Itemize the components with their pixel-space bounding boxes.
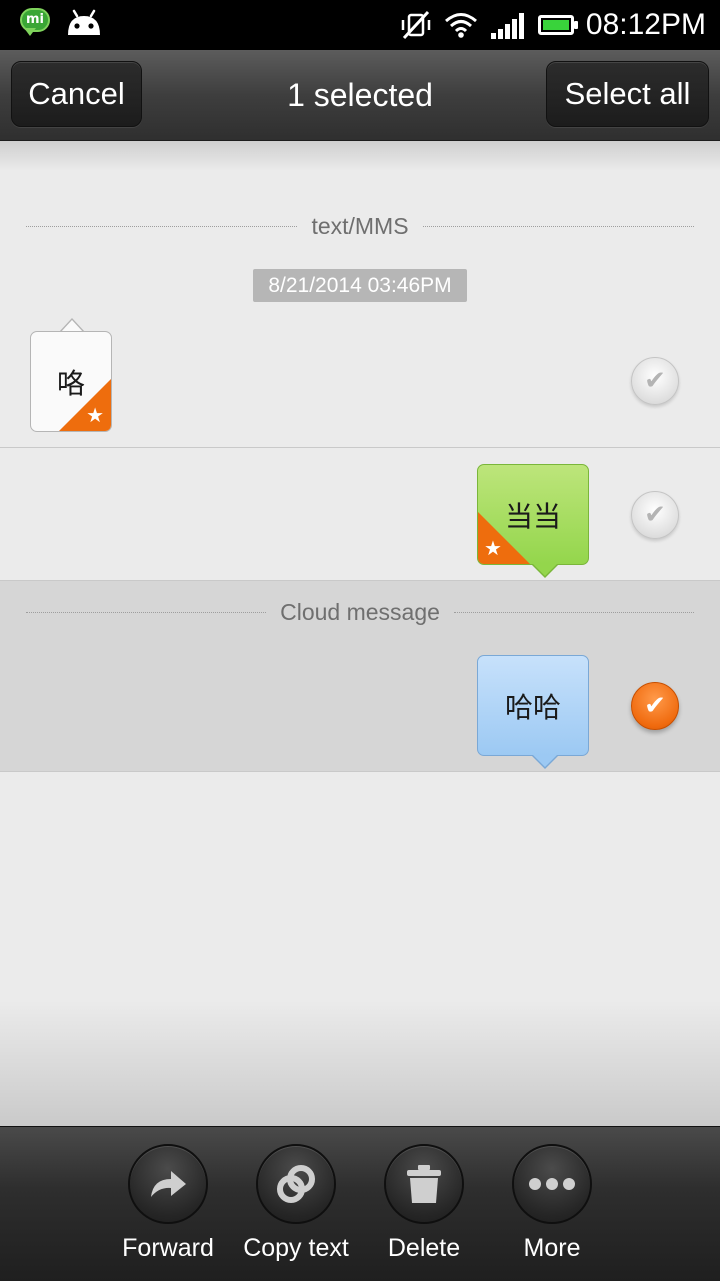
section-divider-cloud: Cloud message: [26, 597, 694, 627]
star-icon: ★: [484, 536, 502, 560]
mi-talk-icon: mi: [20, 8, 52, 38]
battery-icon: [537, 15, 578, 35]
cancel-button[interactable]: Cancel: [11, 61, 142, 127]
select-all-button[interactable]: Select all: [546, 61, 709, 127]
status-bar: mi 08:12PM: [0, 0, 720, 50]
row-separator: [0, 580, 720, 581]
copy-text-button[interactable]: Copy text: [232, 1144, 360, 1263]
more-dots-icon: [512, 1144, 592, 1224]
toolbar-label: More: [523, 1234, 581, 1262]
section-label: Cloud message: [280, 598, 440, 625]
toolbar-label: Forward: [122, 1234, 214, 1262]
toolbar-label: Copy text: [243, 1234, 349, 1262]
forward-button[interactable]: Forward: [104, 1144, 232, 1263]
more-button[interactable]: More: [488, 1144, 616, 1263]
status-time: 08:12PM: [585, 8, 706, 41]
select-checkbox-3[interactable]: ✔: [631, 682, 679, 730]
wifi-icon: [444, 13, 477, 38]
section-divider-mms: text/MMS: [26, 211, 694, 241]
select-checkbox-2[interactable]: ✔: [631, 491, 679, 539]
toolbar-fade: [0, 1000, 720, 1126]
section-label: text/MMS: [311, 212, 409, 239]
trash-icon: [384, 1144, 464, 1224]
vibrate-off-icon: [401, 10, 431, 40]
star-badge: ★: [478, 510, 532, 564]
header-shadow: [0, 141, 720, 171]
signal-icon: [490, 13, 524, 39]
row-separator: [0, 447, 720, 448]
bubble-tail: [532, 563, 558, 576]
star-icon: ★: [86, 403, 104, 427]
forward-arrow-icon: [128, 1144, 208, 1224]
star-badge: ★: [57, 377, 111, 431]
toolbar-label: Delete: [387, 1234, 461, 1262]
select-checkbox-1[interactable]: ✔: [631, 357, 679, 405]
android-icon: [68, 9, 100, 35]
message-text: 哈哈: [504, 690, 561, 724]
delete-button[interactable]: Delete: [360, 1144, 488, 1263]
message-bubble-incoming[interactable]: 咯 ★: [30, 331, 112, 432]
bubble-tail: [532, 754, 558, 767]
date-stamp: 8/21/2014 03:46PM: [253, 269, 467, 302]
message-bubble-cloud[interactable]: 哈哈: [477, 655, 589, 756]
copy-rings-icon: [256, 1144, 336, 1224]
row-separator: [0, 771, 720, 772]
message-bubble-outgoing[interactable]: 当当 ★: [477, 464, 589, 565]
